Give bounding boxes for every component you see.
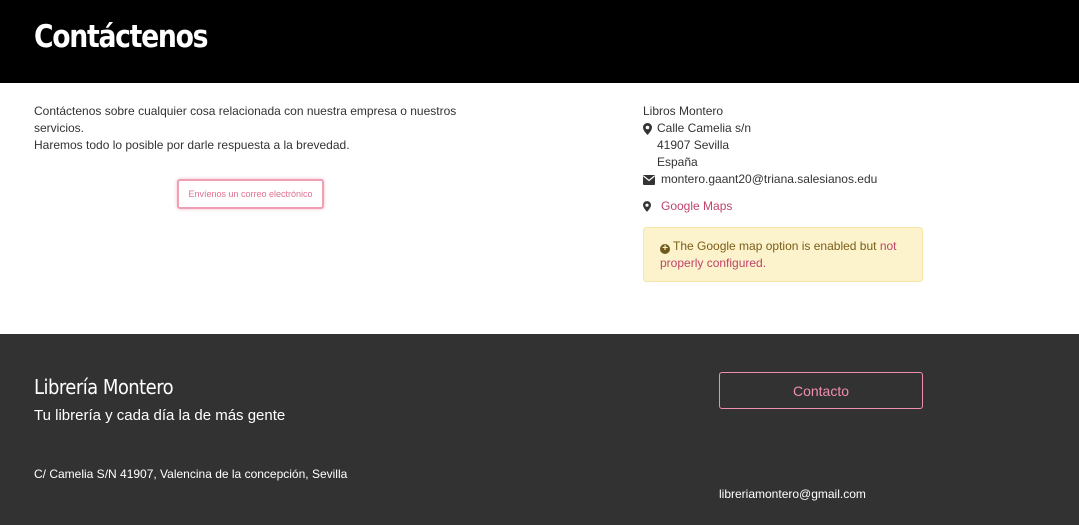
address-block: Calle Camelia s/n 41907 Sevilla España (643, 120, 933, 171)
footer-tagline: Tu librería y cada día la de más gente (34, 407, 286, 424)
address-country: España (657, 155, 698, 169)
address-street: Calle Camelia s/n (657, 121, 752, 135)
contact-info: Libros Montero Calle Camelia s/n 41907 S… (643, 103, 933, 215)
company-name: Libros Montero (643, 104, 724, 118)
intro-text: Contáctenos sobre cualquier cosa relacio… (34, 103, 474, 154)
contact-email: montero.gaant20@triana.salesianos.edu (661, 172, 878, 186)
map-warning-alert: + The Google map option is enabled but no… (643, 227, 923, 282)
footer-email: libreriamontero@gmail.com (719, 487, 866, 501)
google-maps-link[interactable]: Google Maps (661, 198, 732, 215)
intro-line-1: Contáctenos sobre cualquier cosa relacio… (34, 104, 457, 135)
contact-button[interactable]: Contacto (719, 372, 923, 409)
map-marker-icon (643, 201, 657, 212)
email-row: montero.gaant20@triana.salesianos.edu (643, 171, 933, 188)
send-email-button[interactable]: Envíenos un correo electrónico (177, 179, 324, 209)
footer-title: Librería Montero (34, 375, 174, 399)
intro-line-2: Haremos todo lo posible por darle respue… (34, 138, 350, 152)
page-footer: Librería Montero Tu librería y cada día … (0, 334, 1079, 525)
page-header: Contáctenos (0, 0, 1079, 83)
map-marker-icon (643, 120, 657, 135)
page-title: Contáctenos (34, 19, 209, 55)
envelope-icon (643, 171, 661, 185)
main-content: Contáctenos sobre cualquier cosa relacio… (0, 83, 1079, 334)
footer-address: C/ Camelia S/N 41907, Valencina de la co… (34, 467, 348, 481)
plus-circle-icon: + (660, 244, 670, 254)
address-postal-city: 41907 Sevilla (657, 138, 730, 152)
alert-text: The Google map option is enabled but (673, 239, 880, 253)
maps-row: Google Maps (643, 198, 933, 215)
